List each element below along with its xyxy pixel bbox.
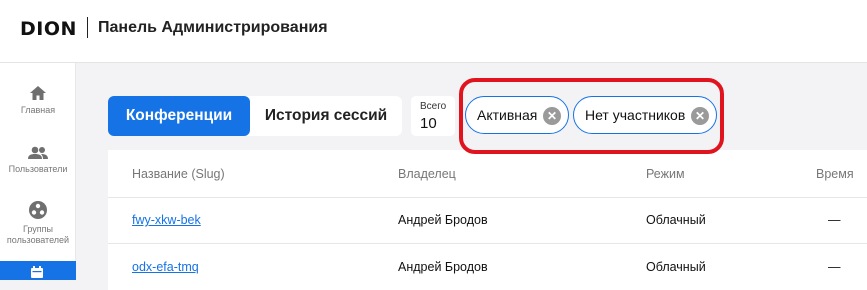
groups-icon (29, 201, 47, 219)
users-icon (28, 146, 48, 159)
total-count-value: 10 (420, 115, 437, 132)
conference-slug-link[interactable]: fwy-xkw-bek (132, 213, 201, 227)
column-header-time[interactable]: Время (816, 167, 854, 181)
sidebar: Главная Пользователи Группы пользователе… (0, 63, 76, 280)
total-count: Всего 10 (411, 96, 455, 136)
page-title: Панель Администрирования (98, 19, 328, 36)
dion-logo[interactable]: DION (20, 18, 77, 40)
sidebar-item-groups[interactable]: Группы пользователей (0, 200, 76, 246)
calendar-icon (31, 266, 43, 278)
top-bar: DION Панель Администрирования (0, 0, 867, 63)
column-header-mode[interactable]: Режим (646, 167, 685, 181)
tab-conferences[interactable]: Конференции (108, 96, 250, 136)
total-count-label: Всего (420, 101, 447, 112)
time-cell: — (828, 213, 841, 227)
sidebar-item-label: пользователей (6, 235, 70, 245)
sidebar-item-label: Пользователи (8, 164, 68, 174)
sidebar-item-home[interactable]: Главная (0, 85, 76, 116)
sidebar-item-label: Группы (23, 224, 53, 234)
filter-highlight-annotation (459, 78, 724, 154)
time-cell: — (828, 260, 841, 274)
logo-divider (87, 17, 88, 38)
tab-session-history[interactable]: История сессий (250, 96, 402, 136)
mode-cell: Облачный (646, 213, 706, 227)
sidebar-item-label: Главная (20, 105, 56, 115)
sidebar-item-users[interactable]: Пользователи (0, 146, 76, 175)
tabs: Конференции История сессий (108, 96, 402, 136)
row-divider (108, 243, 867, 244)
owner-cell: Андрей Бродов (398, 260, 488, 274)
conference-slug-link[interactable]: odx-efa-tmq (132, 260, 199, 274)
mode-cell: Облачный (646, 260, 706, 274)
owner-cell: Андрей Бродов (398, 213, 488, 227)
column-header-slug[interactable]: Название (Slug) (132, 167, 225, 181)
header-divider (108, 197, 867, 198)
sidebar-item-conferences[interactable] (0, 261, 76, 280)
home-icon (30, 86, 46, 100)
column-header-owner[interactable]: Владелец (398, 167, 456, 181)
